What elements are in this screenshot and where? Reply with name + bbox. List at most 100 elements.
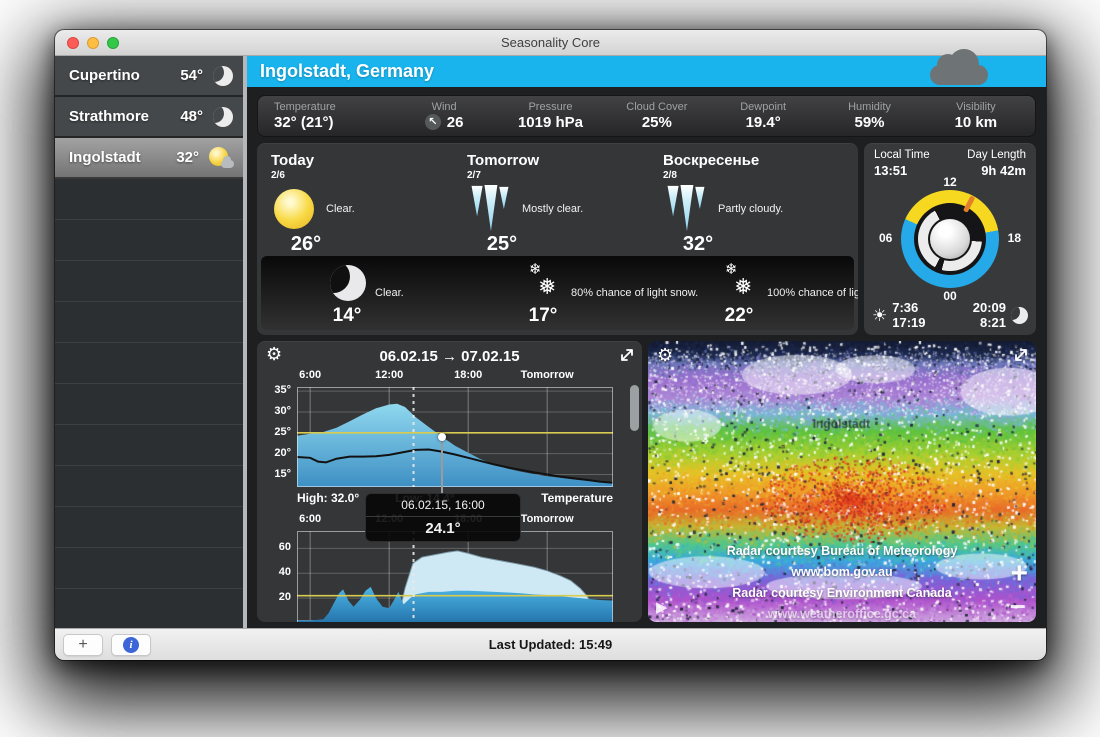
forecast-panel: Today 2/6 Clear. 26° Tomorrow 2/7	[257, 143, 858, 335]
sun-moon-panel: Local Time 13:51 Day Length 9h 42m 12 06…	[864, 143, 1036, 335]
location-temp: 48°	[180, 108, 203, 125]
graphs-panel: ⚙ 06.02.15 → 07.02.15 High: 32.0° Low: 1…	[257, 341, 642, 622]
moon-icon	[213, 107, 233, 127]
stat-visibility: Visibility 10 km	[923, 101, 1029, 131]
moonrise-time: 20:09	[973, 300, 1006, 315]
high-label: High: 32.0°	[297, 491, 359, 505]
dial-label-06: 06	[879, 231, 892, 245]
day-night-dial	[901, 190, 999, 288]
night-forecast-strip: Clear. 14° ❄❅ 80% chance of light snow. …	[261, 256, 854, 330]
tooltip-datetime: 06.02.15, 16:00	[366, 494, 520, 517]
sun-icon	[271, 186, 317, 232]
stat-humidity: Humidity 59%	[816, 101, 922, 131]
sun-cloud-icon	[209, 147, 233, 169]
zoom-in-button[interactable]: +	[1010, 559, 1028, 589]
y-tick-label: 15°	[257, 468, 291, 480]
tooltip-value: 24.1°	[366, 517, 520, 541]
selected-point-dot	[438, 433, 446, 441]
chart-date-range: 06.02.15 → 07.02.15	[257, 348, 642, 365]
y-tick-label: 35°	[257, 384, 291, 396]
location-temp: 32°	[176, 149, 199, 166]
play-button[interactable]: ▶	[656, 598, 668, 616]
sidebar-item-cupertino[interactable]: Cupertino 54°	[55, 56, 243, 97]
cloud-icon	[930, 65, 988, 85]
local-time-label: Local Time	[874, 149, 930, 161]
night-forecast-sunday: ❄❅ 100% chance of light snow. 22°	[653, 256, 849, 330]
main-area: Ingolstadt, Germany Temperature 32° (21°…	[247, 56, 1046, 628]
dial-label-18: 18	[1008, 231, 1021, 245]
low-temp: 14°	[317, 305, 377, 327]
map-credit-line: www.bom.gov.au	[648, 565, 1036, 579]
forecast-day-tomorrow[interactable]: Tomorrow 2/7 Mostly clear. 25°	[453, 143, 649, 256]
stat-cloud-cover: Cloud Cover 25%	[604, 101, 710, 131]
scrollbar-thumb[interactable]	[630, 385, 639, 431]
icicles-icon	[467, 186, 513, 232]
radar-map-canvas[interactable]	[648, 341, 1036, 622]
sunrise-sunset-group: ☀ 7:36 17:19	[872, 301, 926, 330]
seasonality-window: Seasonality Core Cupertino 54° Strathmor…	[55, 30, 1046, 660]
locations-sidebar: Cupertino 54° Strathmore 48° Ingolstadt …	[55, 56, 243, 628]
stat-dewpoint: Dewpoint 19.4°	[710, 101, 816, 131]
map-credit-line: www.weatheroffice.gc.ca	[648, 607, 1036, 621]
low-temp: 17°	[513, 305, 573, 327]
moon-icon	[325, 262, 371, 304]
gear-icon[interactable]: ⚙	[266, 345, 282, 363]
y-tick-label: 25°	[257, 426, 291, 438]
desktop: Seasonality Core Cupertino 54° Strathmor…	[0, 0, 1100, 737]
sunrise-time: 7:36	[892, 300, 918, 315]
radar-map-panel[interactable]: ⚙ Radar courtesy Bureau of Meteorology w…	[648, 341, 1036, 622]
low-temp: 22°	[709, 305, 769, 327]
forecast-day-sunday[interactable]: Воскресенье 2/8 Partly cloudy. 32°	[649, 143, 845, 256]
location-name: Strathmore	[69, 108, 180, 125]
map-credit-line: Radar courtesy Bureau of Meteorology	[648, 544, 1036, 558]
title-bar[interactable]: Seasonality Core	[55, 30, 1046, 56]
x-tick-label: Tomorrow	[507, 369, 587, 381]
current-conditions-bar: Temperature 32° (21°) Wind ↖26 Pressure …	[257, 95, 1036, 137]
x-tick-label: 12:00	[349, 369, 429, 381]
location-name: Ingolstadt	[69, 149, 176, 166]
y-tick-label: 40	[257, 566, 291, 578]
sun-icon: ☀	[872, 306, 887, 326]
moon-icon	[213, 66, 233, 86]
cloud-wind-chart[interactable]	[297, 531, 613, 622]
stat-wind: Wind ↖26	[391, 101, 497, 131]
location-name: Cupertino	[69, 67, 180, 84]
gear-icon[interactable]: ⚙	[657, 345, 673, 366]
series-label: Temperature	[541, 491, 613, 505]
stat-temperature: Temperature 32° (21°)	[264, 101, 391, 131]
sidebar-empty-area	[55, 179, 243, 630]
y-tick-label: 60	[257, 541, 291, 553]
night-forecast-tomorrow: ❄❅ 80% chance of light snow. 17°	[457, 256, 653, 330]
sidebar-item-strathmore[interactable]: Strathmore 48°	[55, 97, 243, 138]
expand-icon[interactable]	[619, 347, 635, 363]
zoom-out-button[interactable]: −	[1010, 593, 1026, 621]
sidebar-item-ingolstadt[interactable]: Ingolstadt 32°	[55, 138, 243, 179]
expand-icon[interactable]	[1013, 347, 1029, 363]
high-temp: 32°	[669, 233, 727, 256]
window-title: Seasonality Core	[55, 35, 1046, 50]
location-temp: 54°	[180, 67, 203, 84]
snow-icon: ❄❅	[717, 262, 763, 304]
stat-pressure: Pressure 1019 hPa	[497, 101, 603, 131]
chart-tooltip: 06.02.15, 16:00 24.1°	[365, 493, 521, 542]
temperature-chart[interactable]	[297, 387, 613, 487]
page-title: Ingolstadt, Germany	[260, 61, 434, 82]
sunset-time: 17:19	[892, 315, 925, 330]
location-header: Ingolstadt, Germany	[247, 56, 1046, 87]
dial-label-12: 12	[864, 175, 1036, 189]
moon-phase-sphere	[930, 219, 970, 259]
icicles-icon	[663, 186, 709, 232]
x-tick-label: 6:00	[270, 513, 350, 525]
x-tick-label: 6:00	[270, 369, 350, 381]
forecast-day-today[interactable]: Today 2/6 Clear. 26°	[257, 143, 453, 256]
high-temp: 26°	[277, 233, 335, 256]
y-tick-label: 30°	[257, 405, 291, 417]
day-length-label: Day Length	[967, 149, 1026, 161]
moonset-time: 8:21	[980, 315, 1006, 330]
night-forecast-today: Clear. 14°	[261, 256, 457, 330]
y-tick-label: 20	[257, 591, 291, 603]
current-time-marker	[962, 195, 974, 212]
tooltip-connector	[441, 437, 443, 493]
footer-bar: + i Last Updated: 15:49	[55, 628, 1046, 660]
forecast-day-monday[interactable]: Понедельник 2/9	[845, 143, 858, 256]
